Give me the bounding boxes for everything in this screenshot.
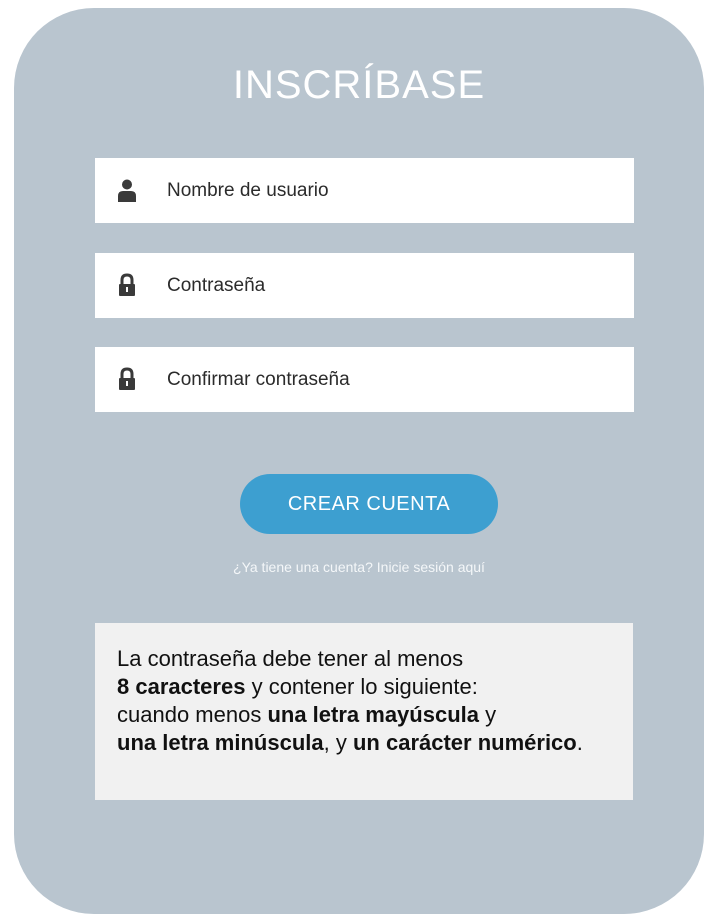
requirement-lowercase: una letra minúscula <box>117 730 324 755</box>
username-placeholder: Nombre de usuario <box>167 180 329 201</box>
signup-card: INSCRÍBASE Nombre de usuario Contraseña … <box>14 8 704 914</box>
requirements-text: y <box>485 702 497 727</box>
requirement-uppercase: una letra mayúscula <box>267 702 479 727</box>
requirements-text: , y <box>323 730 347 755</box>
page-title: INSCRÍBASE <box>232 63 486 107</box>
lock-icon <box>119 273 135 296</box>
confirm-password-field[interactable]: Confirmar contraseña <box>95 347 634 412</box>
password-field[interactable]: Contraseña <box>95 253 634 318</box>
requirement-numeric: un carácter numérico <box>352 730 577 755</box>
login-link[interactable]: ¿Ya tiene una cuenta? Inicie sesión aquí <box>14 559 704 575</box>
password-placeholder: Contraseña <box>167 275 266 296</box>
requirements-text: y contener lo siguiente: <box>251 674 478 699</box>
confirm-password-placeholder: Confirmar contraseña <box>167 369 350 390</box>
requirements-text: . <box>576 730 583 755</box>
user-icon <box>118 179 136 202</box>
username-field[interactable]: Nombre de usuario <box>95 158 634 223</box>
requirements-text: cuando menos <box>117 702 262 727</box>
password-requirements: La contraseña debe tener al menos 8 cara… <box>95 623 633 800</box>
create-account-button[interactable]: CREAR CUENTA <box>240 474 498 534</box>
requirement-min-chars: 8 caracteres <box>117 674 246 699</box>
requirements-text: La contraseña debe tener al menos <box>117 646 464 671</box>
lock-icon <box>119 367 135 390</box>
